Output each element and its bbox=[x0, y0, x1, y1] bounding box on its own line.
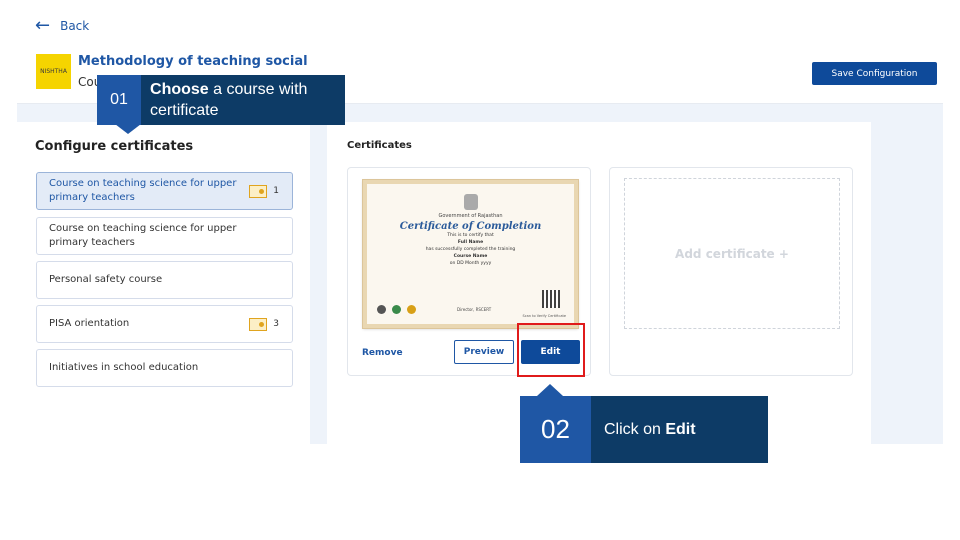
logo-icon bbox=[407, 305, 416, 314]
step1-bold: Choose bbox=[150, 81, 209, 98]
emblem-icon bbox=[463, 194, 478, 210]
course-item-label: Initiatives in school education bbox=[49, 362, 199, 373]
back-label: Back bbox=[60, 19, 90, 33]
cert-issuer: Government of Rajasthan bbox=[438, 213, 503, 219]
back-link[interactable]: ← Back bbox=[35, 17, 89, 35]
logo-text: NISHTHA bbox=[40, 68, 67, 75]
course-item-label: PISA orientation bbox=[49, 318, 130, 329]
arrow-left-icon: ← bbox=[35, 15, 51, 36]
step2-number: 02 bbox=[520, 396, 591, 463]
cert-certify-line: This is to certify that bbox=[447, 233, 494, 238]
course-list-item[interactable]: Personal safety course bbox=[36, 261, 293, 299]
certificate-count-badge: 1 bbox=[249, 184, 279, 198]
cert-course: Course Name bbox=[453, 254, 488, 259]
configure-title: Configure certificates bbox=[35, 139, 194, 154]
logo-icon bbox=[377, 305, 386, 314]
cert-heading: Certificate of Completion bbox=[399, 221, 542, 232]
course-logo: NISHTHA bbox=[36, 54, 71, 89]
add-certificate-card: Add certificate + bbox=[609, 167, 853, 376]
course-list-item[interactable]: Course on teaching science for upper pri… bbox=[36, 217, 293, 255]
certificate-card: Government of Rajasthan Certificate of C… bbox=[347, 167, 591, 376]
remove-button[interactable]: Remove bbox=[362, 348, 403, 358]
tutorial-slide: ← Back NISHTHA Methodology of teaching s… bbox=[0, 0, 960, 540]
edit-button[interactable]: Edit bbox=[521, 340, 580, 364]
step2-text: Click on Edit bbox=[591, 396, 696, 463]
certificate-count-badge: 3 bbox=[249, 317, 279, 331]
add-certificate-button[interactable]: Add certificate + bbox=[624, 178, 840, 329]
course-list-item[interactable]: Initiatives in school education bbox=[36, 349, 293, 387]
certificate-icon bbox=[249, 184, 268, 198]
course-item-label: Course on teaching science for upper pri… bbox=[49, 178, 237, 203]
step2-bold: Edit bbox=[665, 420, 696, 438]
preview-button[interactable]: Preview bbox=[454, 340, 514, 364]
step1-callout: 01 Choose a course with certificate bbox=[97, 75, 345, 125]
course-item-label: Course on teaching science for upper pri… bbox=[49, 223, 237, 248]
step1-number: 01 bbox=[97, 75, 142, 125]
step1-pointer bbox=[115, 124, 141, 134]
cert-date: on DD Month yyyy bbox=[449, 261, 492, 266]
step2-pointer bbox=[537, 384, 563, 396]
step2-callout: 02 Click on Edit bbox=[520, 396, 768, 463]
step2-rest: Click on bbox=[604, 420, 661, 438]
qr-code-icon bbox=[542, 290, 560, 308]
cert-verify-text: Scan to Verify Certificate bbox=[522, 314, 566, 318]
course-list-item[interactable]: Course on teaching science for upper pri… bbox=[36, 172, 293, 210]
cert-completed-line: has successfully completed the training bbox=[425, 247, 516, 252]
course-list-item[interactable]: PISA orientation 3 bbox=[36, 305, 293, 343]
save-configuration-button[interactable]: Save Configuration bbox=[812, 62, 937, 85]
certificate-thumbnail: Government of Rajasthan Certificate of C… bbox=[362, 179, 579, 329]
step1-text: Choose a course with certificate bbox=[141, 75, 345, 125]
cert-name: Full Name bbox=[457, 240, 484, 245]
certificates-title: Certificates bbox=[347, 140, 412, 151]
partner-logos bbox=[377, 305, 416, 314]
logo-icon bbox=[392, 305, 401, 314]
cert-signatory: Director, RSCERT bbox=[457, 307, 492, 312]
certificate-count: 3 bbox=[273, 319, 279, 329]
certificate-count: 1 bbox=[273, 186, 279, 196]
course-item-label: Personal safety course bbox=[49, 274, 163, 285]
course-title: Methodology of teaching social bbox=[78, 54, 308, 69]
certificate-icon bbox=[249, 317, 268, 331]
